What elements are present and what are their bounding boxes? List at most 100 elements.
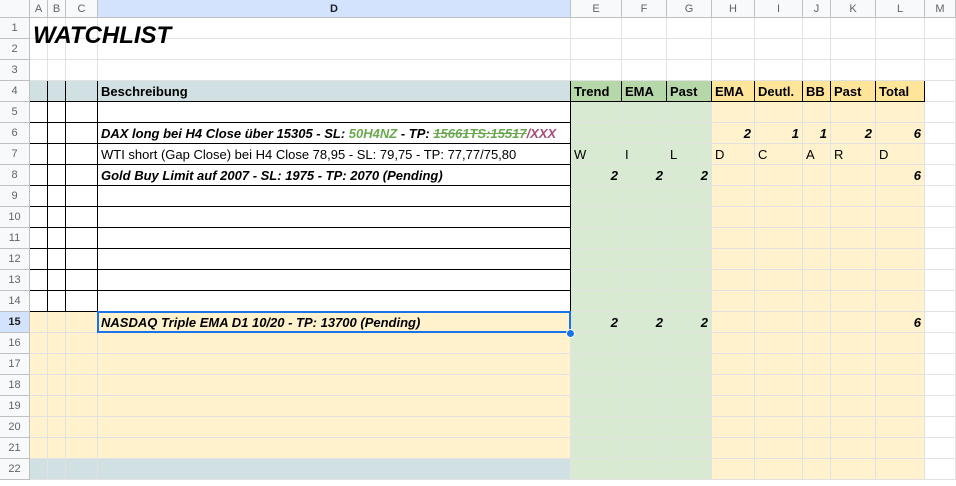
cell-l15[interactable]: 6 — [876, 312, 925, 333]
cell-f19[interactable] — [622, 396, 667, 417]
cell-e21[interactable] — [571, 438, 622, 459]
cell-c13[interactable] — [66, 270, 98, 291]
cell-i18[interactable] — [755, 375, 803, 396]
cell-m15[interactable] — [925, 312, 956, 333]
cell-c9[interactable] — [66, 186, 98, 207]
cell-e11[interactable] — [571, 228, 622, 249]
cell-h2[interactable] — [712, 39, 755, 60]
cell-j21[interactable] — [803, 438, 831, 459]
cell-e22[interactable] — [571, 459, 622, 480]
cell-m1[interactable] — [925, 18, 956, 39]
cell-e16[interactable] — [571, 333, 622, 354]
cell-f1[interactable] — [622, 18, 667, 39]
cell-m7[interactable] — [925, 144, 956, 165]
cell-h22[interactable] — [712, 459, 755, 480]
cell-i5[interactable] — [755, 102, 803, 123]
cell-b6[interactable] — [48, 123, 66, 144]
cell-k20[interactable] — [831, 417, 876, 438]
cell-g5[interactable] — [667, 102, 712, 123]
cell-a5[interactable] — [30, 102, 48, 123]
cell-f22[interactable] — [622, 459, 667, 480]
cell-k5[interactable] — [831, 102, 876, 123]
cell-b22[interactable] — [48, 459, 66, 480]
selection-fill-handle[interactable] — [566, 329, 575, 338]
cell-g2[interactable] — [667, 39, 712, 60]
cell-i17[interactable] — [755, 354, 803, 375]
cell-j8[interactable] — [803, 165, 831, 186]
cell-j5[interactable] — [803, 102, 831, 123]
cell-d4[interactable]: Beschreibung — [98, 81, 571, 102]
cell-b7[interactable] — [48, 144, 66, 165]
cell-l9[interactable] — [876, 186, 925, 207]
cell-j9[interactable] — [803, 186, 831, 207]
cell-m19[interactable] — [925, 396, 956, 417]
cell-b3[interactable] — [48, 60, 66, 81]
row-header-22[interactable]: 22 — [0, 459, 30, 480]
cell-h1[interactable] — [712, 18, 755, 39]
row-header-13[interactable]: 13 — [0, 270, 30, 291]
column-header-g[interactable]: G — [667, 0, 712, 18]
cell-k21[interactable] — [831, 438, 876, 459]
cell-g14[interactable] — [667, 291, 712, 312]
cell-e3[interactable] — [571, 60, 622, 81]
cell-m9[interactable] — [925, 186, 956, 207]
cell-j14[interactable] — [803, 291, 831, 312]
cell-a9[interactable] — [30, 186, 48, 207]
row-header-2[interactable]: 2 — [0, 39, 30, 60]
cell-b15[interactable] — [48, 312, 66, 333]
cell-m21[interactable] — [925, 438, 956, 459]
cell-j18[interactable] — [803, 375, 831, 396]
row-header-14[interactable]: 14 — [0, 291, 30, 312]
cell-g16[interactable] — [667, 333, 712, 354]
cell-l22[interactable] — [876, 459, 925, 480]
cell-a21[interactable] — [30, 438, 48, 459]
cell-d12[interactable] — [98, 249, 571, 270]
cell-e5[interactable] — [571, 102, 622, 123]
cell-d8[interactable]: Gold Buy Limit auf 2007 - SL: 1975 - TP:… — [98, 165, 571, 186]
row-header-19[interactable]: 19 — [0, 396, 30, 417]
cell-b20[interactable] — [48, 417, 66, 438]
cell-g19[interactable] — [667, 396, 712, 417]
cell-f6[interactable] — [622, 123, 667, 144]
cell-i13[interactable] — [755, 270, 803, 291]
cell-i9[interactable] — [755, 186, 803, 207]
cell-f5[interactable] — [622, 102, 667, 123]
cell-k12[interactable] — [831, 249, 876, 270]
cell-g13[interactable] — [667, 270, 712, 291]
cell-m13[interactable] — [925, 270, 956, 291]
cell-i16[interactable] — [755, 333, 803, 354]
cell-g11[interactable] — [667, 228, 712, 249]
cell-c11[interactable] — [66, 228, 98, 249]
cell-j13[interactable] — [803, 270, 831, 291]
cell-m10[interactable] — [925, 207, 956, 228]
row-header-18[interactable]: 18 — [0, 375, 30, 396]
cell-m17[interactable] — [925, 354, 956, 375]
cell-d19[interactable] — [98, 396, 571, 417]
cell-i4[interactable]: Deutl. — [755, 81, 803, 102]
cell-i3[interactable] — [755, 60, 803, 81]
row-header-3[interactable]: 3 — [0, 60, 30, 81]
cell-f13[interactable] — [622, 270, 667, 291]
cell-c22[interactable] — [66, 459, 98, 480]
cell-d7[interactable]: WTI short (Gap Close) bei H4 Close 78,95… — [98, 144, 571, 165]
cell-a14[interactable] — [30, 291, 48, 312]
cell-k4[interactable]: Past — [831, 81, 876, 102]
cell-m12[interactable] — [925, 249, 956, 270]
cell-d14[interactable] — [98, 291, 571, 312]
cell-l5[interactable] — [876, 102, 925, 123]
cell-e4[interactable]: Trend — [571, 81, 622, 102]
cell-j2[interactable] — [803, 39, 831, 60]
cell-g15[interactable]: 2 — [667, 312, 712, 333]
cell-a19[interactable] — [30, 396, 48, 417]
cell-a10[interactable] — [30, 207, 48, 228]
cell-h15[interactable] — [712, 312, 755, 333]
cell-a22[interactable] — [30, 459, 48, 480]
cell-e14[interactable] — [571, 291, 622, 312]
column-header-d[interactable]: D — [98, 0, 571, 18]
cell-b14[interactable] — [48, 291, 66, 312]
cell-l12[interactable] — [876, 249, 925, 270]
cell-f9[interactable] — [622, 186, 667, 207]
cell-i19[interactable] — [755, 396, 803, 417]
row-header-21[interactable]: 21 — [0, 438, 30, 459]
cell-c3[interactable] — [66, 60, 98, 81]
